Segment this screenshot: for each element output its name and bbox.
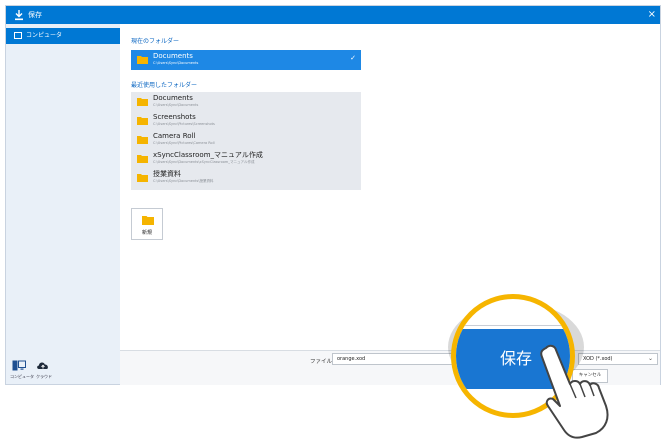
folder-name: Documents <box>153 52 193 60</box>
sidebar-bottom-label: コンピュータ <box>10 374 34 379</box>
folder-path: C:\Users\Sync\Documents <box>153 61 199 65</box>
new-folder-button[interactable]: 新規 <box>131 208 163 240</box>
folder-icon <box>137 174 148 182</box>
sidebar-bottom: コンピュータ クラウド <box>6 354 120 384</box>
computer-icon <box>14 32 22 39</box>
list-item[interactable]: Documents C:\Users\Sync\Documents <box>131 92 361 112</box>
pointer-hand-icon <box>540 344 609 439</box>
new-folder-label: 新規 <box>141 230 152 236</box>
close-button[interactable]: × <box>648 8 656 22</box>
folder-name: Documents <box>153 94 193 102</box>
cloud-icon <box>37 362 48 369</box>
folder-path: C:\Users\Sync\Documents <box>153 103 199 107</box>
sidebar-item-label: コンピュータ <box>26 32 63 39</box>
folder-icon <box>137 56 148 64</box>
recent-folders-list: Documents C:\Users\Sync\Documents Screen… <box>131 92 361 190</box>
sidebar-bottom-label: クラウド <box>36 374 52 379</box>
list-item[interactable]: xSyncClassroom_マニュアル作成 C:\Users\Sync\Doc… <box>131 149 361 169</box>
folder-path: C:\Users\Sync\Documents\授業資料 <box>153 179 214 183</box>
folder-icon <box>137 117 148 125</box>
current-folder-heading: 現在のフォルダー <box>131 38 180 45</box>
divider <box>456 325 570 326</box>
save-icon <box>15 10 23 21</box>
check-icon: ✓ <box>350 54 356 62</box>
list-item[interactable]: 授業資料 C:\Users\Sync\Documents\授業資料 <box>131 168 361 188</box>
window-title: 保存 <box>28 11 42 19</box>
folder-icon <box>137 155 148 163</box>
folder-path: C:\Users\Sync\Documents\xSyncClassroom_マ… <box>153 160 255 164</box>
folder-name: Screenshots <box>153 113 196 121</box>
folder-icon <box>137 98 148 106</box>
sidebar-item-computer[interactable]: コンピュータ <box>6 28 120 44</box>
sidebar: コンピュータ コンピュータ クラウド <box>6 24 120 384</box>
folder-path: C:\Users\Sync\Pictures\Screenshots <box>153 122 215 126</box>
title-bar: 保存 × <box>6 6 660 24</box>
recent-folders-heading: 最近使用したフォルダー <box>131 82 198 89</box>
folder-icon <box>142 216 154 225</box>
folder-path: C:\Users\Sync\Pictures\Camera Roll <box>153 141 215 145</box>
list-item[interactable]: Camera Roll C:\Users\Sync\Pictures\Camer… <box>131 130 361 150</box>
list-item[interactable]: Screenshots C:\Users\Sync\Pictures\Scree… <box>131 111 361 131</box>
current-folder-item[interactable]: Documents C:\Users\Sync\Documents ✓ <box>131 50 361 70</box>
folder-name: 授業資料 <box>153 170 181 178</box>
folder-icon <box>137 136 148 144</box>
chevron-down-icon: ⌄ <box>647 355 653 362</box>
computer-icon <box>12 360 26 371</box>
folder-name: Camera Roll <box>153 132 196 140</box>
folder-name: xSyncClassroom_マニュアル作成 <box>153 151 263 159</box>
